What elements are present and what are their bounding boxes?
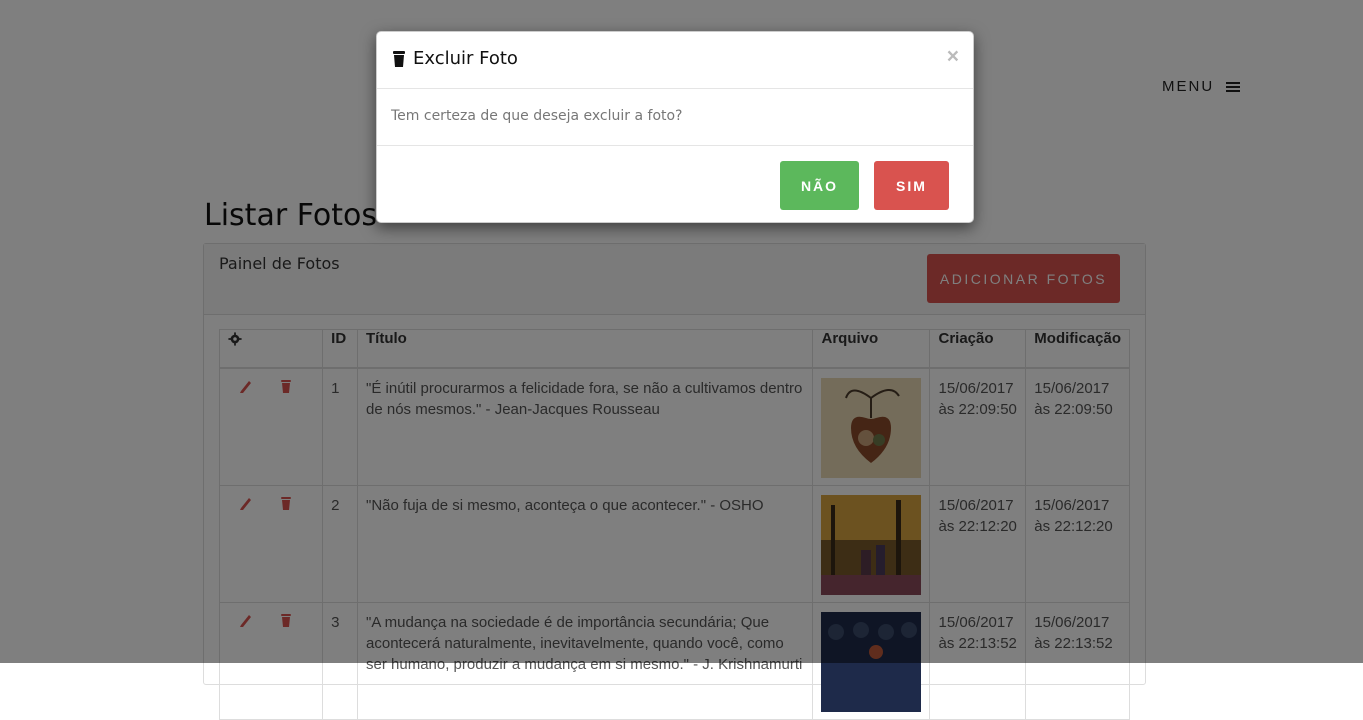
no-button[interactable]: NÃO — [780, 161, 859, 210]
close-icon[interactable]: × — [947, 45, 959, 69]
yes-button[interactable]: SIM — [874, 161, 949, 210]
trash-icon — [393, 50, 405, 67]
modal-footer: NÃO SIM — [377, 146, 973, 224]
modal-message: Tem certeza de que deseja excluir a foto… — [391, 108, 683, 124]
modal-body: Tem certeza de que deseja excluir a foto… — [377, 89, 973, 146]
delete-photo-modal: Excluir Foto × Tem certeza de que deseja… — [376, 31, 974, 223]
modal-title: Excluir Foto — [391, 48, 518, 69]
modal-header: Excluir Foto × — [377, 32, 973, 89]
modal-title-text: Excluir Foto — [413, 48, 518, 69]
